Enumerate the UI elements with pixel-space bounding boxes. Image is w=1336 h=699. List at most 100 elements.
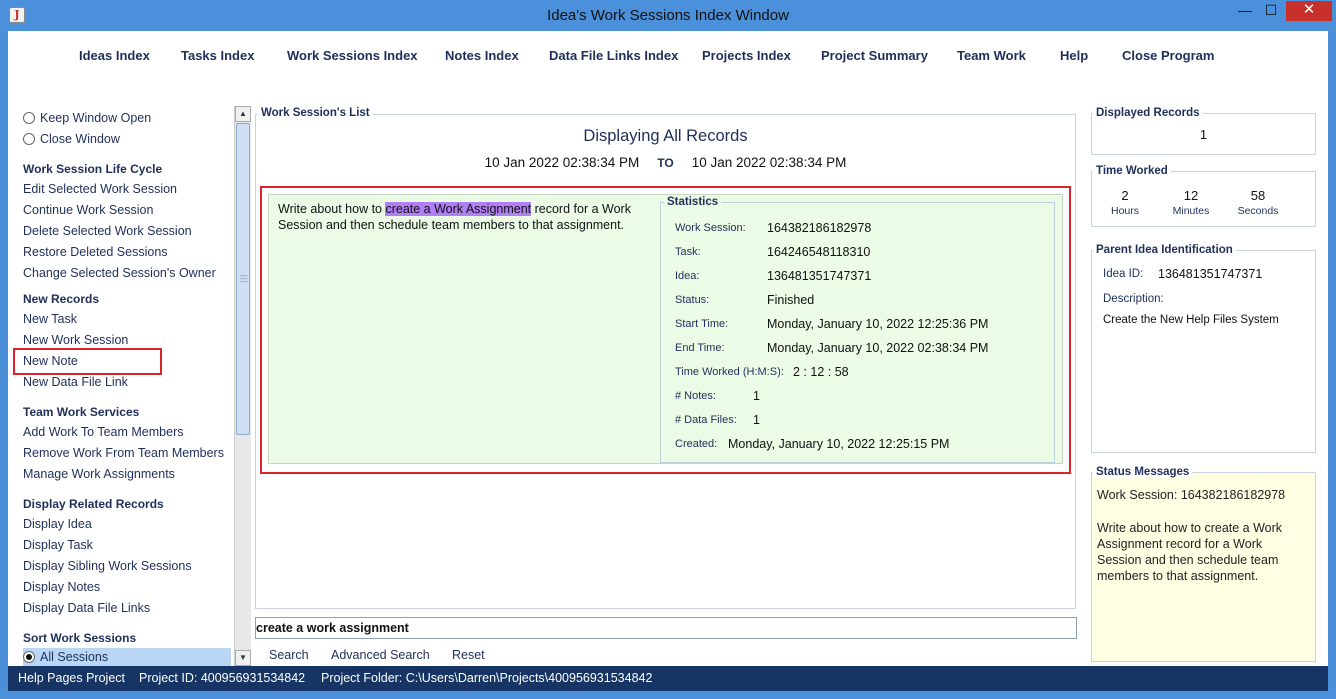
- time-hours-label: Hours: [1110, 205, 1139, 217]
- menu-notes-index[interactable]: Notes Index: [445, 48, 519, 63]
- menu-project-summary[interactable]: Project Summary: [821, 48, 928, 63]
- stat-task-value: 164246548118310: [767, 245, 871, 259]
- left-action-pane: Keep Window Open Close Window Work Sessi…: [8, 106, 234, 666]
- search-input[interactable]: create a work assignment: [255, 617, 1077, 639]
- menu-tasks-index[interactable]: Tasks Index: [181, 48, 254, 63]
- section-heading-related-records: Display Related Records: [23, 497, 164, 511]
- new-data-file-link-link[interactable]: New Data File Link: [23, 375, 128, 389]
- radio-icon: [23, 112, 35, 124]
- display-notes-link[interactable]: Display Notes: [23, 580, 100, 594]
- time-hours-value: 2: [1121, 188, 1129, 203]
- new-work-session-link[interactable]: New Work Session: [23, 333, 128, 347]
- stat-work-session-label: Work Session:: [675, 222, 746, 234]
- status-message-body: Write about how to create a Work Assignm…: [1097, 521, 1283, 583]
- new-note-link[interactable]: New Note: [23, 354, 78, 368]
- displayed-records-value: 1: [1199, 127, 1208, 142]
- parent-idea-description-value: Create the New Help Files System: [1103, 314, 1279, 326]
- radio-checked-icon: [23, 651, 35, 663]
- menu-close-program[interactable]: Close Program: [1122, 48, 1214, 63]
- time-seconds-value: 58: [1250, 188, 1266, 203]
- reset-button[interactable]: Reset: [452, 648, 485, 662]
- menu-work-sessions-index[interactable]: Work Sessions Index: [287, 48, 418, 63]
- scrollbar-thumb[interactable]: ― ― ―: [236, 123, 250, 435]
- statistics-title: Statistics: [664, 196, 722, 208]
- scroll-down-arrow-icon[interactable]: ▼: [235, 650, 251, 666]
- window-client: Ideas Index Tasks Index Work Sessions In…: [8, 31, 1328, 666]
- left-pane-scrollbar[interactable]: ▲ ― ― ― ▼: [234, 106, 251, 666]
- stat-created-label: Created:: [675, 438, 718, 450]
- time-seconds-label: Seconds: [1237, 205, 1279, 217]
- stat-notes-label: # Notes:: [675, 390, 716, 402]
- section-heading-sort: Sort Work Sessions: [23, 631, 137, 645]
- delete-selected-work-session-link[interactable]: Delete Selected Work Session: [23, 224, 192, 238]
- menu-team-work[interactable]: Team Work: [957, 48, 1026, 63]
- all-sessions-radio[interactable]: All Sessions: [23, 648, 108, 666]
- parent-idea-id-value: 136481351747371: [1158, 267, 1263, 281]
- stat-files-label: # Data Files:: [675, 414, 737, 426]
- manage-work-assignments-link[interactable]: Manage Work Assignments: [23, 467, 175, 481]
- parent-idea-id-label: Idea ID:: [1103, 268, 1144, 280]
- stat-task-label: Task:: [675, 246, 701, 258]
- section-heading-life-cycle: Work Session Life Cycle: [23, 162, 163, 176]
- stat-end-label: End Time:: [675, 342, 725, 354]
- add-work-to-team-members-link[interactable]: Add Work To Team Members: [23, 425, 183, 439]
- display-data-file-links-link[interactable]: Display Data File Links: [23, 601, 150, 615]
- date-from: 10 Jan 2022 02:38:34 PM: [484, 155, 640, 170]
- status-bar: Help Pages Project Project ID: 400956931…: [8, 666, 1328, 691]
- section-heading-new-records: New Records: [23, 292, 100, 306]
- continue-work-session-link[interactable]: Continue Work Session: [23, 203, 153, 217]
- parent-idea-description-label: Description:: [1103, 293, 1164, 305]
- stat-status-value: Finished: [767, 293, 815, 307]
- title-bar: J Idea's Work Sessions Index Window — ☐ …: [0, 0, 1336, 31]
- minimize-button[interactable]: —: [1232, 1, 1258, 21]
- remove-work-from-team-members-link[interactable]: Remove Work From Team Members: [23, 446, 224, 460]
- status-messages-title: Status Messages: [1093, 466, 1193, 478]
- close-window-button[interactable]: ✕: [1286, 1, 1332, 21]
- date-to: 10 Jan 2022 02:38:34 PM: [691, 155, 847, 170]
- scroll-up-arrow-icon[interactable]: ▲: [235, 106, 251, 122]
- stat-worked-label: Time Worked (H:M:S):: [675, 366, 784, 378]
- window-title: Idea's Work Sessions Index Window: [547, 7, 789, 24]
- menu-data-file-links-index[interactable]: Data File Links Index: [549, 48, 678, 63]
- radio-icon: [23, 133, 35, 145]
- window-bottom-border: [0, 691, 1336, 699]
- stat-status-label: Status:: [675, 294, 710, 306]
- search-button[interactable]: Search: [269, 648, 309, 662]
- close-window-radio[interactable]: Close Window: [23, 130, 120, 148]
- stat-worked-value: 2 : 12 : 58: [793, 365, 849, 379]
- change-session-owner-link[interactable]: Change Selected Session's Owner: [23, 266, 216, 280]
- section-heading-team-work: Team Work Services: [23, 405, 140, 419]
- restore-deleted-sessions-link[interactable]: Restore Deleted Sessions: [23, 245, 168, 259]
- menu-projects-index[interactable]: Projects Index: [702, 48, 791, 63]
- stat-start-value: Monday, January 10, 2022 12:25:36 PM: [767, 317, 989, 331]
- stat-idea-value: 136481351747371: [767, 269, 872, 283]
- search-highlight: create a Work Assignment: [385, 202, 532, 216]
- time-minutes-value: 12: [1183, 188, 1199, 203]
- stat-idea-label: Idea:: [675, 270, 700, 282]
- stat-created-value: Monday, January 10, 2022 12:25:15 PM: [728, 437, 950, 451]
- time-worked-title: Time Worked: [1093, 165, 1171, 177]
- menu-ideas-index[interactable]: Ideas Index: [79, 48, 150, 63]
- work-session-note-text: Write about how to create a Work Assignm…: [278, 202, 631, 232]
- edit-selected-work-session-link[interactable]: Edit Selected Work Session: [23, 182, 177, 196]
- work-sessions-list-title: Work Session's List: [258, 107, 373, 119]
- maximize-button[interactable]: ☐: [1258, 1, 1284, 21]
- displaying-records-heading: Displaying All Records: [583, 127, 748, 145]
- display-task-link[interactable]: Display Task: [23, 538, 93, 552]
- display-idea-link[interactable]: Display Idea: [23, 517, 92, 531]
- stat-start-label: Start Time:: [675, 318, 729, 330]
- date-range: 10 Jan 2022 02:38:34 PM TO 10 Jan 2022 02:…: [255, 155, 1076, 170]
- stat-end-value: Monday, January 10, 2022 02:38:34 PM: [767, 341, 989, 355]
- footer-project-id: Project ID: 400956931534842: [139, 671, 306, 685]
- menu-help[interactable]: Help: [1060, 48, 1088, 63]
- status-message-line: Work Session: 164382186182978: [1097, 488, 1286, 502]
- new-task-link[interactable]: New Task: [23, 312, 77, 326]
- displayed-records-title: Displayed Records: [1093, 107, 1203, 119]
- display-sibling-work-sessions-link[interactable]: Display Sibling Work Sessions: [23, 559, 192, 573]
- stat-notes-value: 1: [753, 389, 760, 403]
- footer-project-name: Help Pages Project: [18, 671, 126, 685]
- stat-work-session-value: 164382186182978: [767, 221, 872, 235]
- keep-window-open-radio[interactable]: Keep Window Open: [23, 109, 151, 127]
- parent-idea-title: Parent Idea Identification: [1093, 244, 1236, 256]
- advanced-search-button[interactable]: Advanced Search: [331, 648, 430, 662]
